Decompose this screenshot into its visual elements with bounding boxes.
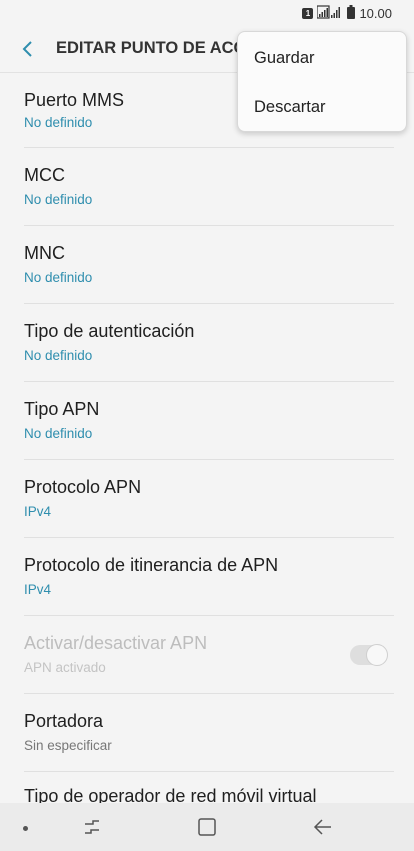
setting-title: Puerto MMS (24, 90, 125, 110)
settings-list[interactable]: Puerto MMS No definido MCC No definido M… (0, 73, 414, 803)
setting-row-protocolo-apn[interactable]: Protocolo APN IPv4 (0, 460, 414, 538)
setting-row-portadora[interactable]: Portadora Sin especificar (0, 694, 414, 772)
setting-value: No definido (24, 115, 93, 130)
page-title: EDITAR PUNTO DE ACCE (56, 39, 256, 57)
setting-title: Protocolo de itinerancia de APN (24, 555, 279, 575)
home-button[interactable] (195, 815, 219, 839)
clock: 10.00 (359, 5, 392, 21)
setting-title: MNC (24, 243, 65, 263)
signal-icon (316, 4, 343, 22)
apn-toggle (350, 644, 388, 666)
navigation-bar (0, 803, 414, 851)
setting-title: Tipo de operador de red móvil virtual (24, 786, 317, 803)
setting-row-tipo-operador[interactable]: Tipo de operador de red móvil virtual (0, 772, 414, 803)
setting-row-tipo-apn[interactable]: Tipo APN No definido (0, 382, 414, 460)
setting-title: Portadora (24, 711, 104, 731)
setting-value: IPv4 (24, 504, 52, 519)
setting-row-tipo-autenticacion[interactable]: Tipo de autenticación No definido (0, 304, 414, 382)
setting-value: Sin especificar (24, 738, 112, 753)
back-arrow-icon (313, 819, 331, 835)
setting-title: Tipo APN (24, 399, 100, 419)
menu-item-guardar[interactable]: Guardar (254, 49, 315, 68)
setting-title: Activar/desactivar APN (24, 633, 208, 653)
setting-row-mcc[interactable]: MCC No definido (0, 148, 414, 226)
toggle-knob (366, 644, 388, 666)
setting-value: No definido (24, 270, 93, 285)
status-bar: 1 10.00 (0, 0, 414, 26)
home-icon (198, 818, 216, 836)
setting-value: APN activado (24, 660, 106, 675)
chevron-left-icon (22, 41, 32, 57)
setting-value: No definido (24, 348, 93, 363)
setting-title: Protocolo APN (24, 477, 142, 497)
setting-row-activar-apn: Activar/desactivar APN APN activado (0, 616, 414, 694)
menu-item-descartar[interactable]: Descartar (254, 98, 326, 117)
setting-value: IPv4 (24, 582, 52, 597)
battery-icon (347, 4, 356, 22)
back-nav-button[interactable] (311, 815, 335, 839)
setting-row-protocolo-itinerancia[interactable]: Protocolo de itinerancia de APN IPv4 (0, 538, 414, 616)
setting-title: Tipo de autenticación (24, 321, 195, 341)
status-icons: 1 10.00 (302, 4, 392, 22)
nav-dot-icon (23, 826, 28, 831)
setting-title: MCC (24, 165, 65, 185)
back-button[interactable] (14, 36, 42, 62)
sim-badge: 1 (302, 7, 314, 19)
overflow-menu: Guardar Descartar (237, 31, 407, 132)
recent-apps-button[interactable] (80, 815, 104, 839)
recent-apps-icon (85, 820, 99, 834)
setting-value: No definido (24, 426, 93, 441)
setting-value: No definido (24, 192, 93, 207)
setting-row-mnc[interactable]: MNC No definido (0, 226, 414, 304)
